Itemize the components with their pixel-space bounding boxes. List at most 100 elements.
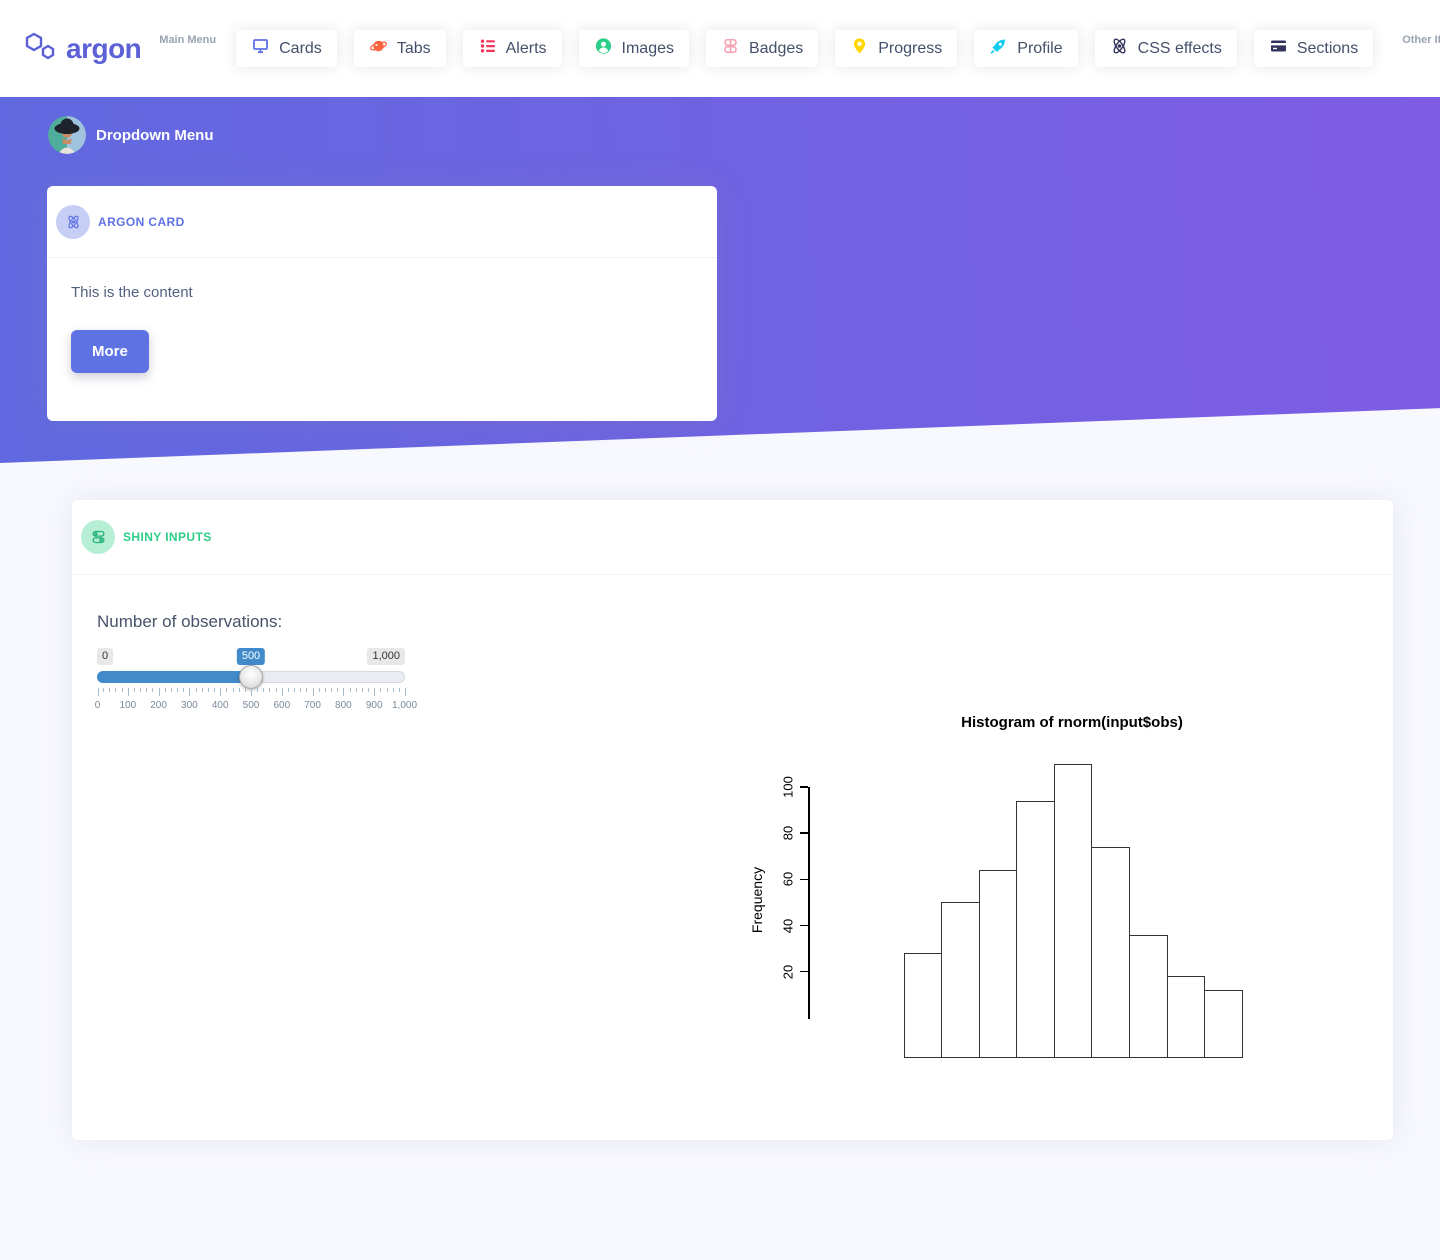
slider-grid-tick [343, 688, 345, 696]
shiny-card-body: Number of observations: 0 500 1,000 0 100… [72, 575, 1393, 1140]
avatar[interactable] [48, 116, 86, 154]
credit-card-icon [1269, 37, 1288, 60]
histogram-title: Histogram of rnorm(input$obs) [961, 714, 1183, 731]
slider-grid-minor-tick [337, 688, 339, 692]
slider-grid-minor-tick [140, 688, 142, 692]
slider-grid-label: 300 [181, 700, 198, 711]
slider-min-label: 0 [97, 648, 114, 665]
dropdown-menu-toggle[interactable]: Dropdown Menu [48, 116, 213, 154]
planet-icon [369, 37, 388, 60]
histogram-bar [941, 902, 980, 1058]
slider-handle[interactable] [239, 665, 263, 689]
nav-item-label: Badges [748, 39, 804, 57]
nav-item-profile[interactable]: Profile [974, 30, 1078, 67]
observations-slider-block: Number of observations: 0 500 1,000 0 100… [94, 612, 417, 726]
histogram-bar [1091, 846, 1130, 1058]
slider-grid-minor-tick [244, 688, 246, 692]
observations-slider: 0 500 1,000 0 100 200 300 400 500 600 700 800 900… [94, 646, 417, 726]
user-circle-icon [594, 37, 613, 60]
histogram-ytick [800, 970, 808, 973]
nav-item-label: Progress [878, 39, 943, 57]
slider-grid-minor-tick [103, 688, 105, 692]
slider-grid-minor-tick [152, 688, 154, 692]
slider-grid: 0 100 200 300 400 500 600 700 800 900 1,000 [94, 688, 417, 724]
atom-icon [56, 204, 90, 239]
slider-grid-minor-tick [214, 688, 216, 692]
nav-item-css-effects[interactable]: CSS effects [1094, 30, 1237, 67]
main-menu-label: Main Menu [159, 34, 217, 46]
argon-card-title: ARGON CARD [98, 214, 185, 229]
map-pin-icon [850, 37, 869, 60]
histogram-ytick [800, 878, 808, 881]
histogram-ytick-label: 80 [780, 825, 796, 841]
slider-grid-minor-tick [177, 688, 179, 692]
slider-grid-minor-tick [386, 688, 388, 692]
histogram-bar [903, 953, 943, 1058]
argon-card-text: This is the content [71, 284, 193, 301]
slider-grid-minor-tick [232, 688, 234, 692]
slider-grid-minor-tick [306, 688, 308, 692]
slider-grid-tick [281, 688, 283, 696]
slider-grid-label: 100 [119, 700, 137, 711]
nav-item-label: Images [621, 39, 674, 57]
dropdown-menu-label: Dropdown Menu [96, 126, 214, 144]
slider-grid-label: 0 [94, 700, 101, 711]
nav-item-badges[interactable]: Badges [705, 30, 819, 67]
more-button[interactable]: More [71, 330, 149, 373]
slider-grid-minor-tick [146, 688, 148, 692]
shiny-inputs-card: SHINY INPUTS Number of observations: 0 5… [72, 500, 1393, 1140]
slider-grid-minor-tick [269, 688, 271, 692]
histogram-plot: Histogram of rnorm(input$obs) Frequency … [732, 700, 1412, 1260]
slider-grid-label: 900 [365, 700, 383, 711]
histogram-yaxis-line [808, 787, 810, 1019]
slider-grid-minor-tick [287, 688, 289, 692]
slider-grid-minor-tick [324, 688, 326, 692]
slider-grid-label: 800 [335, 700, 352, 711]
pills-icon [721, 37, 740, 60]
slider-grid-label: 200 [150, 700, 167, 711]
nav-item-progress[interactable]: Progress [835, 30, 958, 67]
slider-grid-minor-tick [355, 688, 357, 692]
slider-grid-minor-tick [349, 688, 351, 692]
slider-max-label: 1,000 [367, 648, 405, 665]
other-items-label: Other Items [1402, 34, 1440, 46]
argon-logo[interactable]: argon [22, 29, 142, 68]
nav-item-label: Profile [1017, 39, 1063, 57]
slider-grid-tick [251, 688, 252, 696]
histogram-ylabel: Frequency [749, 866, 765, 934]
desktop-icon [251, 37, 270, 60]
slider-grid-tick [97, 688, 99, 696]
atom-icon [1110, 37, 1129, 60]
slider-grid-label: 500 [242, 700, 260, 711]
histogram-bar [1204, 990, 1243, 1058]
histogram-bar [978, 870, 1018, 1058]
nav-item-tabs[interactable]: Tabs [353, 30, 446, 67]
slider-grid-minor-tick [318, 688, 320, 692]
slider-grid-tick [189, 688, 191, 696]
slider-grid-minor-tick [170, 688, 172, 692]
hexagons-logo-icon [22, 29, 60, 68]
nav-item-images[interactable]: Images [578, 30, 689, 67]
histogram-ytick [800, 832, 808, 834]
nav-item-alerts[interactable]: Alerts [462, 30, 562, 67]
slider-value-label: 500 [236, 648, 266, 665]
slider-grid-minor-tick [207, 688, 209, 692]
slider-grid-tick [404, 688, 406, 696]
nav-item-sections[interactable]: Sections [1253, 30, 1374, 67]
nav-item-cards[interactable]: Cards [236, 30, 337, 67]
nav-item-label: CSS effects [1137, 39, 1222, 57]
spaceship-icon [989, 37, 1008, 60]
slider-grid-tick [220, 688, 222, 696]
histogram-ytick-label: 20 [780, 964, 796, 979]
slider-grid-minor-tick [164, 688, 166, 692]
slider-fill-bar[interactable] [97, 671, 257, 683]
argon-card: ARGON CARD This is the content More [47, 186, 717, 421]
bullet-list-icon [478, 37, 497, 60]
slider-grid-label: 600 [273, 700, 291, 711]
argon-card-header: ARGON CARD [47, 186, 717, 258]
slider-grid-label: 1,000 [391, 700, 418, 711]
navbar-menu: Cards Tabs Alerts Images Badges Progress… [236, 30, 1390, 67]
slider-grid-minor-tick [226, 688, 228, 692]
slider-grid-minor-tick [195, 688, 197, 692]
histogram-bar [1016, 800, 1055, 1058]
